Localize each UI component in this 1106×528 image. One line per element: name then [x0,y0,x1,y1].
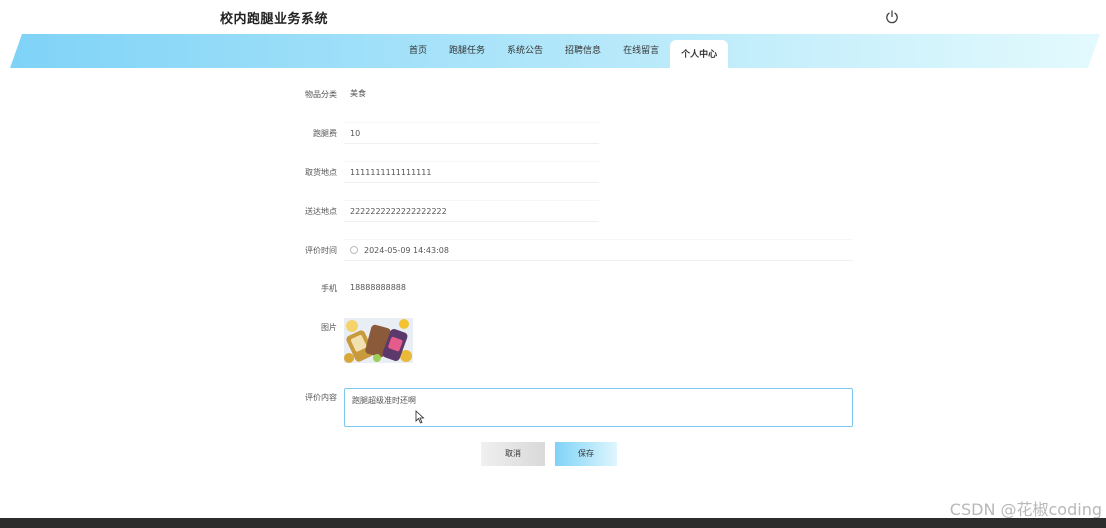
site-title: 校内跑腿业务系统 [220,12,329,27]
review-time-label: 评价时间 [305,246,337,255]
pickup-label: 取货地点 [305,168,337,177]
clock-icon [350,245,358,254]
form-row-pickup: 取货地点 1111111111111111 [0,161,1106,185]
nav-item-recruitment[interactable]: 招聘信息 [554,38,612,64]
review-content-label: 评价内容 [305,393,337,402]
product-image[interactable] [344,318,413,363]
watermark: CSDN @花椒coding [949,500,1102,519]
main-nav: 首页 跑腿任务 系统公告 招聘信息 在线留言 个人中心 [10,34,1100,68]
nav-item-personal-center[interactable]: 个人中心 [670,40,729,68]
form-row-review-time: 评价时间 2024-05-09 14:43:08 [0,239,1106,263]
nav-item-home[interactable]: 首页 [398,38,438,64]
form-row-delivery: 送达地点 2222222222222222222 [0,200,1106,224]
phone-label: 手机 [321,284,337,293]
save-button[interactable]: 保存 [555,442,617,466]
category-label: 物品分类 [305,90,337,99]
power-icon[interactable] [884,9,900,25]
phone-field[interactable]: 18888888888 [344,277,599,299]
mouse-cursor-icon [415,410,425,424]
form-row-image: 图片 [0,316,1106,340]
category-field[interactable]: 美食 [344,83,599,105]
fee-field[interactable]: 10 [344,122,599,144]
review-time-field[interactable]: 2024-05-09 14:43:08 [344,239,853,261]
cancel-button[interactable]: 取消 [481,442,545,466]
nav-item-tasks[interactable]: 跑腿任务 [438,38,496,64]
form-row-category: 物品分类 美食 [0,83,1106,107]
nav-item-announcements[interactable]: 系统公告 [496,38,554,64]
pickup-field[interactable]: 1111111111111111 [344,161,599,183]
review-time-value: 2024-05-09 14:43:08 [364,246,449,255]
form-row-fee: 跑腿费 10 [0,122,1106,146]
fee-label: 跑腿费 [313,129,337,138]
bottom-bar [0,518,1106,528]
nav-item-messages[interactable]: 在线留言 [612,38,670,64]
delivery-label: 送达地点 [305,207,337,216]
nav-items: 首页 跑腿任务 系统公告 招聘信息 在线留言 个人中心 [398,34,729,68]
form-row-phone: 手机 18888888888 [0,277,1106,301]
image-label: 图片 [321,323,337,332]
top-header: 校内跑腿业务系统 [0,0,1106,34]
delivery-field[interactable]: 2222222222222222222 [344,200,599,222]
